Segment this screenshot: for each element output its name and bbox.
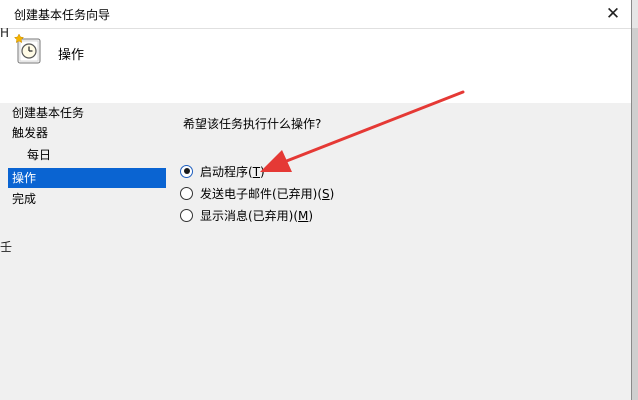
option-send-email[interactable]: 发送电子邮件(已弃用)(S) [180,184,334,202]
titlebar: 创建基本任务向导 ✕ [0,0,631,29]
wizard-header: 操作 [0,29,631,103]
window-title: 创建基本任务向导 [14,8,111,22]
radio-show-message[interactable] [180,208,193,222]
background-text-fragment-2: 壬 [0,240,13,254]
header-title: 操作 [58,48,85,63]
background-text-fragment: H [0,26,10,40]
close-icon: ✕ [605,4,621,24]
nav-step-create-basic-task[interactable]: 创建基本任务 [12,103,84,123]
wizard-content: 创建基本任务 触发器 每日 操作 完成 希望该任务执行什么操作? 启动程序(T)… [0,103,631,400]
action-question: 希望该任务执行什么操作? [183,117,322,131]
task-clock-icon [14,33,41,64]
option-show-message-label: 显示消息(已弃用)(M) [200,208,314,223]
radio-start-program[interactable] [180,164,193,178]
nav-step-trigger[interactable]: 触发器 [12,123,48,143]
option-send-email-label: 发送电子邮件(已弃用)(S) [200,186,335,201]
option-start-program[interactable]: 启动程序(T) [180,162,265,180]
close-button[interactable]: ✕ [601,2,625,26]
option-start-program-label: 启动程序(T) [200,164,265,179]
nav-step-daily[interactable]: 每日 [27,145,51,165]
option-show-message[interactable]: 显示消息(已弃用)(M) [180,206,313,224]
nav-step-action[interactable]: 操作 [8,168,166,188]
nav-step-finish[interactable]: 完成 [12,189,36,209]
create-basic-task-dialog: 创建基本任务向导 ✕ 操作 创建基本任务 触发器 每日 操作 完成 希望该任务执… [0,0,632,400]
radio-send-email[interactable] [180,186,193,200]
